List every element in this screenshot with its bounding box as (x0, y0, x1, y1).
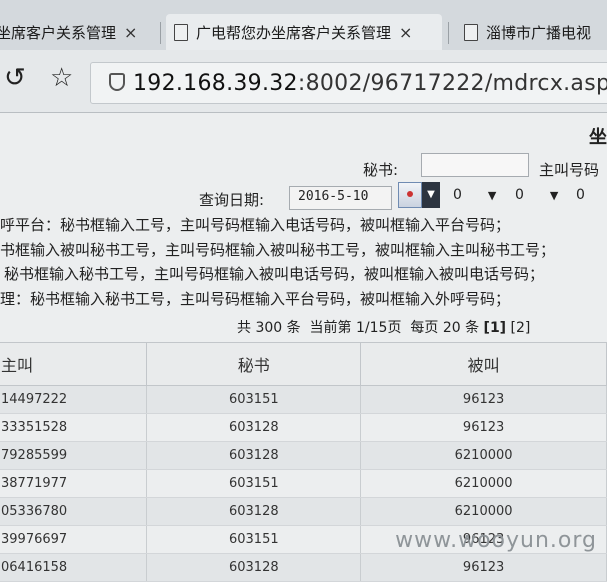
secretary-input[interactable] (421, 153, 529, 177)
pager-text: 当前第 (309, 320, 352, 336)
hour-value: 0 (453, 187, 462, 203)
cell-secretary: 603128 (146, 553, 362, 582)
table-row: 79285599 603128 6210000 (0, 441, 607, 470)
pager-current: 1/15页 (356, 320, 402, 336)
cell-caller: 06416158 (0, 553, 148, 582)
table-row: 38771977 603151 6210000 (0, 469, 607, 498)
back-arrow-icon[interactable]: ↺ (4, 63, 26, 93)
cell-caller: 38771977 (0, 469, 148, 498)
chevron-down-icon: ▼ (487, 189, 497, 202)
second-select[interactable]: 0 (576, 187, 585, 203)
tab-2-label: 广电帮您办坐席客户关系管理 (196, 23, 392, 42)
second-value: 0 (576, 187, 585, 203)
navigation-bar: ↺ ☆ 192.168.39.32:8002/96717222/mdrcx.as… (0, 50, 607, 113)
cell-callee: 6210000 (360, 441, 607, 470)
pager-text: 条 (465, 320, 480, 336)
cell-secretary: 603151 (146, 469, 362, 498)
pager-total: 300 (255, 320, 283, 336)
tab-divider (448, 22, 449, 44)
cell-callee: 96123 (360, 553, 607, 582)
cell-caller: 33351528 (0, 413, 148, 442)
date-input[interactable]: 2016-5-10 (289, 186, 392, 210)
shield-icon (109, 73, 125, 91)
pagination: 共 300 条 当前第 1/15页 每页 20 条 [1] [2] (237, 317, 530, 337)
chevron-down-icon: ▼ (549, 189, 559, 202)
url-path: :8002/96717222/mdrcx.asp (297, 71, 607, 96)
cell-callee: 6210000 (360, 497, 607, 526)
minute-value: 0 (515, 187, 524, 203)
table-header-row: 主叫 秘书 被叫 (0, 342, 607, 386)
cell-caller: 05336780 (0, 497, 148, 526)
star-icon[interactable]: ☆ (50, 63, 73, 93)
page-content: 坐 秘书: 主叫号码 查询日期: 2016-5-10 ▼ 0 ▼ 0 ▼ 0 呼平台… (0, 113, 607, 582)
cell-secretary: 603151 (146, 525, 362, 554)
tab-2[interactable]: 广电帮您办坐席客户关系管理 × (166, 14, 442, 50)
query-date-label: 查询日期: (199, 191, 265, 209)
page-link-1[interactable]: [1] (484, 320, 507, 336)
document-icon (174, 23, 188, 41)
tab-divider (160, 22, 161, 44)
help-line: 理：秘书框输入秘书工号，主叫号码框输入平台号码，被叫框输入外呼号码； (0, 290, 511, 308)
cell-secretary: 603128 (146, 413, 362, 442)
help-line: 呼平台：秘书框输入工号，主叫号码框输入电话号码，被叫框输入平台号码； (0, 216, 511, 234)
caller-number-label: 主叫号码 (539, 161, 600, 179)
cell-callee: 96123 (360, 413, 607, 442)
minute-select[interactable]: 0 ▼ (515, 187, 558, 203)
tab-strip: 坐席客户关系管理 × 广电帮您办坐席客户关系管理 × 淄博市广播电视 (0, 0, 607, 50)
watermark: www.wooyun.org (395, 528, 597, 553)
table-row: 33351528 603128 96123 (0, 413, 607, 442)
url-host: 192.168.39.32 (133, 71, 298, 96)
cell-secretary: 603151 (146, 385, 362, 414)
page-title: 坐 (589, 127, 607, 148)
cell-callee: 6210000 (360, 469, 607, 498)
calendar-icon[interactable] (398, 182, 422, 208)
pager-text: 每页 (410, 320, 439, 336)
table-row: 05336780 603128 6210000 (0, 497, 607, 526)
address-bar[interactable]: 192.168.39.32:8002/96717222/mdrcx.asp (90, 62, 607, 104)
pager-per-page: 20 (442, 320, 461, 336)
cell-callee: 96123 (360, 385, 607, 414)
column-header-secretary: 秘书 (146, 342, 362, 386)
cell-caller: 79285599 (0, 441, 148, 470)
column-header-caller: 主叫 (0, 342, 148, 386)
cell-caller: 14497222 (0, 385, 148, 414)
cell-secretary: 603128 (146, 441, 362, 470)
cell-secretary: 603128 (146, 497, 362, 526)
tab-3-label: 淄博市广播电视 (486, 23, 592, 42)
chevron-down-icon[interactable]: ▼ (422, 182, 440, 208)
secretary-label: 秘书: (363, 161, 399, 179)
close-icon[interactable]: × (124, 23, 137, 42)
help-line: 书框输入被叫秘书工号，主叫号码框输入被叫秘书工号，被叫框输入主叫秘书工号； (0, 241, 556, 259)
hour-select[interactable]: 0 ▼ (453, 187, 496, 203)
url-text[interactable]: 192.168.39.32:8002/96717222/mdrcx.asp (133, 71, 607, 96)
document-icon (464, 23, 478, 41)
close-icon[interactable]: × (399, 23, 412, 42)
table-row: 06416158 603128 96123 (0, 553, 607, 582)
cell-caller: 39976697 (0, 525, 148, 554)
tab-3[interactable]: 淄博市广播电视 (458, 14, 607, 50)
column-header-callee: 被叫 (360, 342, 607, 386)
tab-1-label: 坐席客户关系管理 (0, 23, 117, 42)
table-row: 14497222 603151 96123 (0, 385, 607, 414)
pager-text: 条 (286, 320, 301, 336)
help-line: 秘书框输入秘书工号，主叫号码框输入被叫电话号码，被叫框输入被叫电话号码； (4, 265, 545, 283)
page-link-2[interactable]: [2] (511, 320, 531, 336)
tab-1[interactable]: 坐席客户关系管理 × (0, 14, 146, 50)
pager-text: 共 (237, 320, 251, 336)
